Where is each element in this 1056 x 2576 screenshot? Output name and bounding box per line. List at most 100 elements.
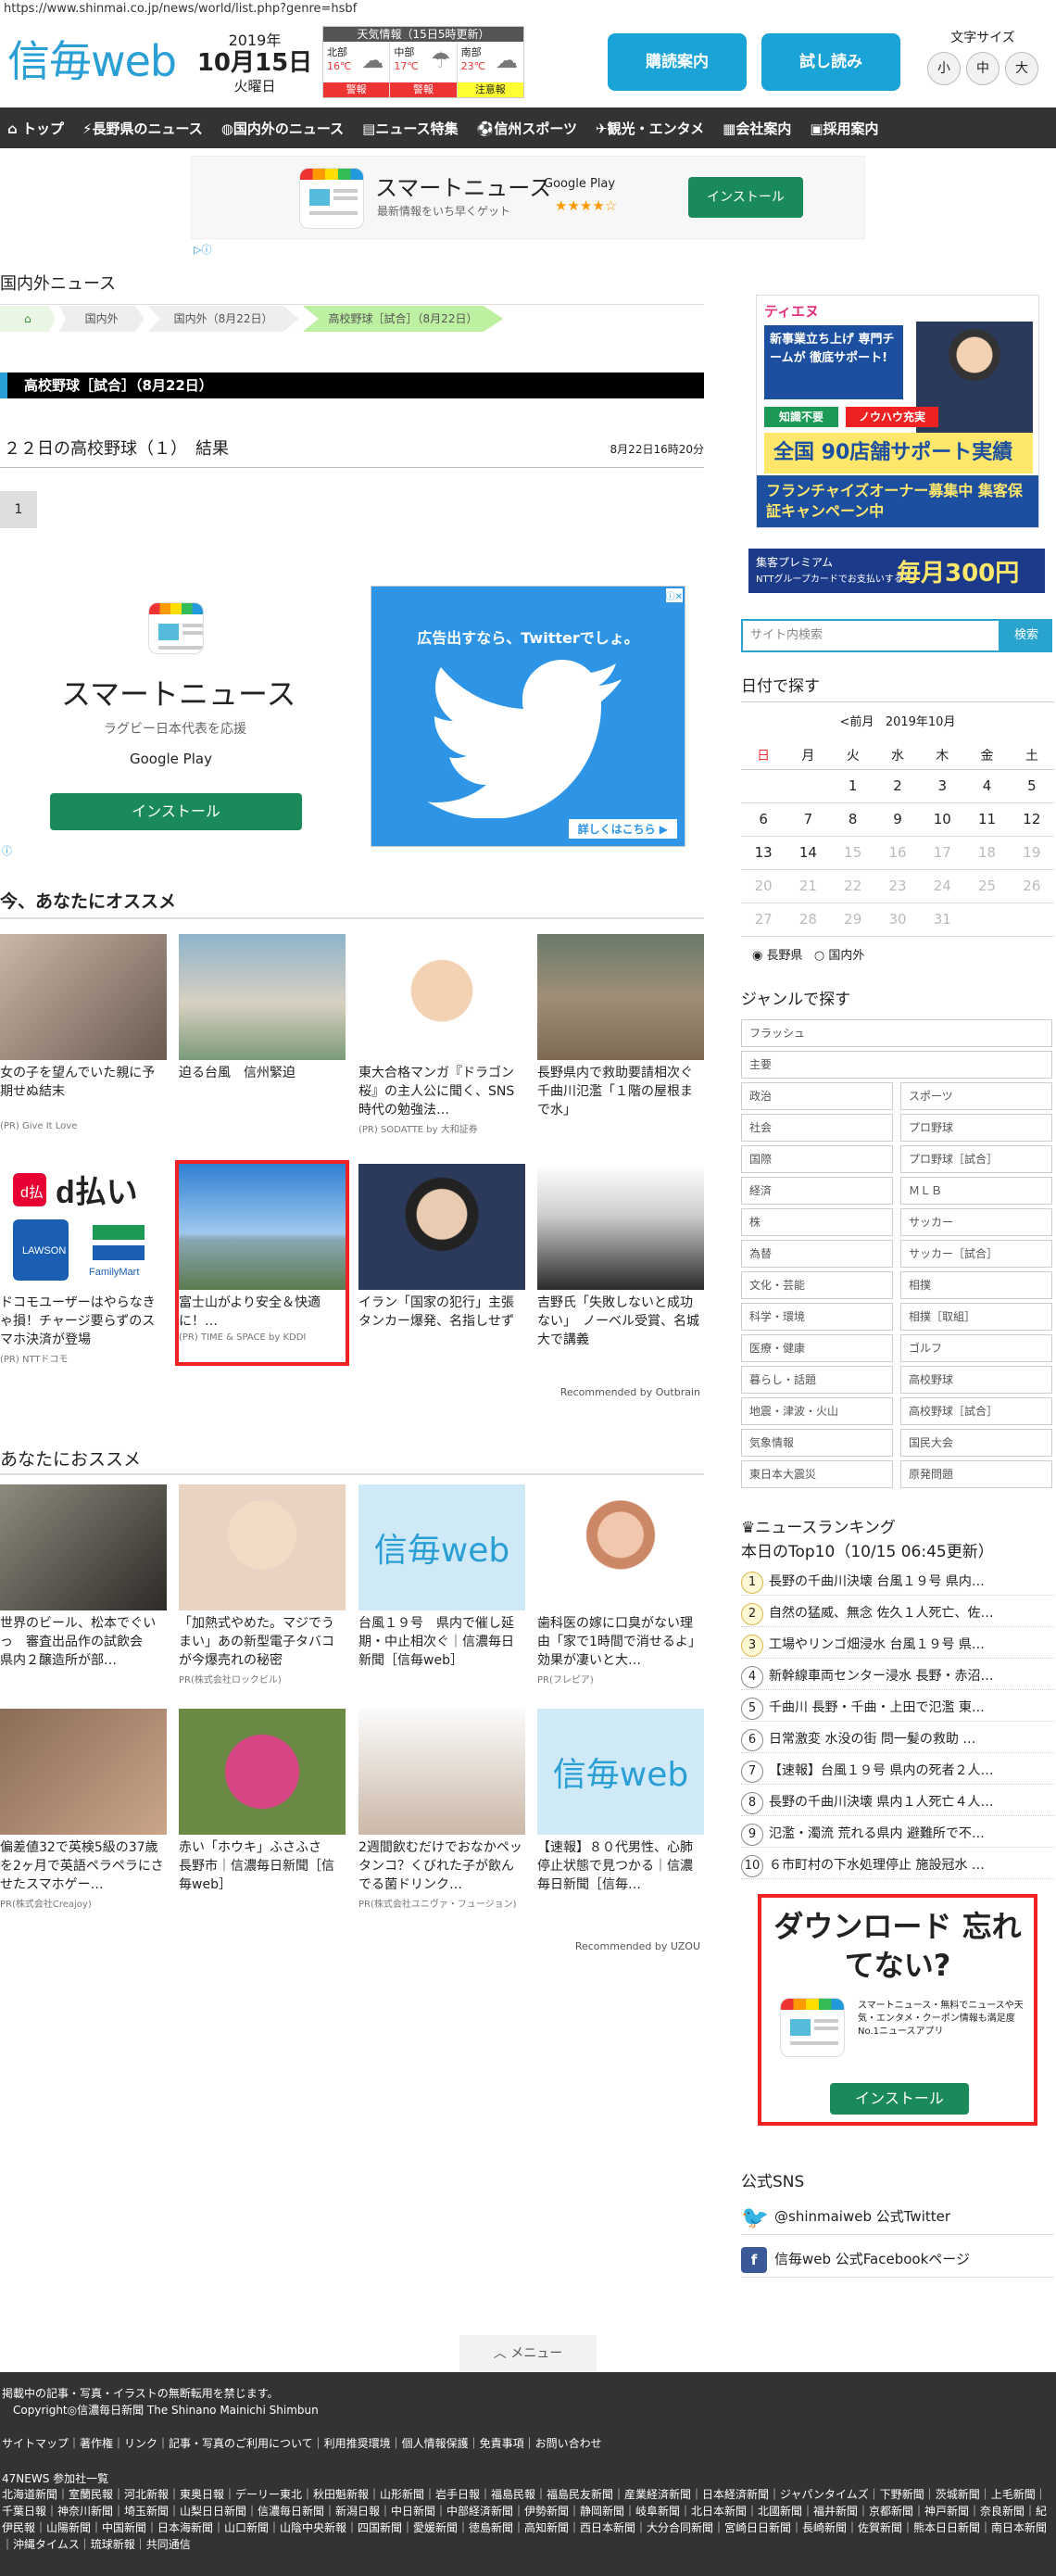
genre-item[interactable]: 気象情報	[741, 1429, 893, 1457]
calendar-day[interactable]: 6	[741, 802, 786, 837]
genre-item[interactable]: 東日本大震災	[741, 1460, 893, 1488]
nav-nagano-news[interactable]: ⚡長野県のニュース	[82, 119, 203, 138]
footer-links[interactable]: サイトマップ｜著作権｜リンク｜記事・写真のご利用について｜利用推奨環境｜個人情報…	[2, 2435, 1056, 2452]
calendar-day[interactable]: 7	[786, 802, 831, 837]
ranking-item[interactable]: 10 ６市町村の下水処理停止 施設冠水 …	[741, 1851, 1054, 1879]
recommend-card[interactable]: 女の子を望んでいた親に予期せぬ結末 (PR) Give It Love	[0, 934, 167, 1131]
breadcrumb-item[interactable]: 国内外（8月22日）	[147, 306, 299, 332]
subscribe-button[interactable]: 購読案内	[608, 33, 747, 91]
radio-world[interactable]: ○ 国内外	[814, 949, 865, 963]
facebook-link[interactable]: f 信毎web 公式Facebookページ	[741, 2241, 1054, 2278]
search-button[interactable]: 検索	[1000, 619, 1052, 652]
recommend-card[interactable]: 偏差値32で英検5級の37歳を2ヶ月で英語ペラペラにさせたスマホゲー… PR(株式…	[0, 1709, 167, 1910]
genre-item[interactable]: 高校野球［試合］	[900, 1397, 1052, 1425]
franchise-ad[interactable]: ティエヌ 新事業立ち上げ 専門チームが 徹底サポート! 知識不要 ノウハウ充実 …	[756, 295, 1039, 528]
ranking-item[interactable]: 1 長野の千曲川決壊 台風１９号 県内…	[741, 1568, 1054, 1596]
nav-top[interactable]: ⌂ トップ	[7, 119, 64, 138]
genre-item[interactable]: ＭＬＢ	[900, 1177, 1052, 1205]
recommend-card[interactable]: 2週間飲むだけでおなかペッタンコ？くびれた子が飲んでる菌ドリンク… PR(株式会社…	[358, 1709, 525, 1910]
genre-item[interactable]: 医療・健康	[741, 1334, 893, 1362]
genre-item[interactable]: プロ野球［試合］	[900, 1145, 1052, 1173]
genre-item[interactable]: 高校野球	[900, 1366, 1052, 1394]
font-small-button[interactable]: 小	[927, 52, 961, 85]
genre-item[interactable]: 国民大会	[900, 1429, 1052, 1457]
calendar-day[interactable]: 3	[920, 769, 965, 803]
nav-feature[interactable]: ▤ニュース特集	[362, 119, 458, 138]
genre-item[interactable]: サッカー［試合］	[900, 1240, 1052, 1268]
calendar-day[interactable]: 10	[920, 802, 965, 837]
calendar-day[interactable]: 13	[741, 836, 786, 870]
genre-item[interactable]: 株	[741, 1208, 893, 1236]
breadcrumb-home[interactable]: ⌂	[0, 306, 56, 332]
genre-item[interactable]: 国際	[741, 1145, 893, 1173]
smartnews-download-ad[interactable]: ダウンロード 忘れてない? スマートニュース・無料でニュースや天気・エンタメ・ク…	[758, 1894, 1037, 2126]
nav-company[interactable]: ▦会社案内	[723, 119, 791, 138]
page-number[interactable]: 1	[0, 491, 37, 528]
calendar-day[interactable]: 5	[1009, 769, 1054, 803]
genre-item[interactable]: 原発問題	[900, 1460, 1052, 1488]
font-medium-button[interactable]: 中	[966, 52, 999, 85]
genre-item[interactable]: 経済	[741, 1177, 893, 1205]
menu-button[interactable]: ︿ メニュー	[459, 2335, 597, 2372]
smartnews-ad[interactable]: スマートニュース ラグビー日本代表を応援 Google Play インストール …	[0, 584, 352, 858]
recommend-card[interactable]: 歯科医の嫁に口臭がない理由「家で1時間で消せるよ」効果が凄いと大… PR(フレピア…	[537, 1484, 704, 1686]
ad-choices-icon[interactable]: ⓘ	[2, 843, 12, 858]
ranking-item[interactable]: 8 長野の千曲川決壊 県内１人死亡４人…	[741, 1788, 1054, 1816]
ntt-card-ad[interactable]: 集客プレミアム NTTグループカードでお支払いすると 毎月300円	[748, 549, 1045, 593]
ad-install-button[interactable]: インストール	[688, 177, 803, 218]
calendar-day[interactable]: 12	[1009, 802, 1054, 837]
calendar-day[interactable]: 2	[874, 769, 921, 803]
ranking-item[interactable]: 9 氾濫・濁流 荒れる県内 避難所で不…	[741, 1820, 1054, 1848]
recommend-card[interactable]: イラン「国家の犯行」主張 タンカー爆発、名指しせず	[358, 1164, 525, 1351]
article-title[interactable]: ２２日の高校野球（１） 結果	[0, 439, 229, 459]
recommend-card[interactable]: 世界のビール、松本でぐいっ 審査出品作の試飲会 県内２醸造所が部…	[0, 1484, 167, 1672]
genre-item[interactable]: 主要	[741, 1051, 1052, 1079]
breadcrumb-current[interactable]: 高校野球［試合］（8月22日）	[302, 306, 504, 332]
nav-sports[interactable]: ⚽信州スポーツ	[477, 119, 577, 138]
calendar-day[interactable]: 9	[874, 802, 921, 837]
trial-button[interactable]: 試し読み	[761, 33, 900, 91]
ranking-item[interactable]: 3 工場やリンゴ畑浸水 台風１９号 県…	[741, 1631, 1054, 1659]
footer-partners[interactable]: 北海道新聞｜室蘭民報｜河北新報｜東奥日報｜デーリー東北｜秋田魁新報｜山形新聞｜岩…	[2, 2486, 1054, 2553]
genre-item[interactable]: プロ野球	[900, 1114, 1052, 1142]
calendar-day[interactable]: 11	[964, 802, 1010, 837]
site-logo[interactable]: 信毎web	[7, 28, 177, 89]
font-large-button[interactable]: 大	[1005, 52, 1038, 85]
breadcrumb-item[interactable]: 国内外	[58, 306, 145, 332]
recommend-card[interactable]: 信毎web 台風１９号 県内で催し延期・中止相次ぐ｜信濃毎日新聞［信毎web］	[358, 1484, 525, 1672]
genre-item[interactable]: フラッシュ	[741, 1019, 1052, 1047]
recommend-card[interactable]: 迫る台風 信州緊迫	[179, 934, 346, 1121]
genre-item[interactable]: 地震・津波・火山	[741, 1397, 893, 1425]
genre-item[interactable]: 文化・芸能	[741, 1271, 893, 1299]
genre-item[interactable]: 科学・環境	[741, 1303, 893, 1331]
ad-install-button[interactable]: インストール	[50, 793, 302, 830]
recommend-card[interactable]: d払 d払い LAWSON FamilyMart ドコモユーザーはやらなきゃ損！チャージ…	[0, 1164, 167, 1365]
weather-north[interactable]: 北部 16℃ ☁ 警報	[323, 42, 391, 97]
ranking-item[interactable]: 4 新幹線車両センター浸水 長野・赤沼…	[741, 1662, 1054, 1690]
genre-item[interactable]: 社会	[741, 1114, 893, 1142]
smartnews-banner-ad[interactable]: スマートニュース 最新情報をいち早くゲット Google Play ★★★★☆ …	[191, 156, 865, 256]
ad-choices-icon[interactable]: ▷ⓘ	[194, 242, 211, 257]
ad-choices-icon[interactable]: ⓘ✕	[665, 588, 683, 602]
calendar-day[interactable]: 4	[964, 769, 1010, 803]
recommend-card[interactable]: 東大合格マンガ『ドラゴン桜』の主人公に聞く、SNS時代の勉強法… (PR) SOD…	[358, 934, 525, 1135]
genre-item[interactable]: 相撲	[900, 1271, 1052, 1299]
calendar-day[interactable]: 8	[830, 802, 875, 837]
weather-central[interactable]: 中部 17℃ ☂ 警報	[390, 42, 458, 97]
genre-item[interactable]: 暮らし・話題	[741, 1366, 893, 1394]
nav-entertainment[interactable]: ✈観光・エンタメ	[596, 119, 704, 138]
calendar-day[interactable]: 1	[830, 769, 875, 803]
genre-item[interactable]: スポーツ	[900, 1082, 1052, 1110]
nav-recruit[interactable]: ▣採用案内	[810, 119, 878, 138]
radio-nagano[interactable]: ◉ 長野県	[752, 949, 803, 963]
recommend-card[interactable]: 赤い「ホウキ」ふさふさ 長野市｜信濃毎日新聞［信毎web］	[179, 1709, 346, 1896]
genre-item[interactable]: 為替	[741, 1240, 893, 1268]
recommend-card[interactable]: 長野県内で救助要請相次ぐ 千曲川氾濫「１階の屋根まで水」	[537, 934, 704, 1121]
genre-item[interactable]: サッカー	[900, 1208, 1052, 1236]
twitter-ad[interactable]: 広告出すなら、Twitterでしょ。 詳しくはこちら ▶ ⓘ✕	[371, 586, 685, 847]
weather-south[interactable]: 南部 23℃ ☁ 注意報	[457, 42, 523, 97]
article-row[interactable]: ２２日の高校野球（１） 結果 8月22日16時20分	[0, 436, 704, 468]
weather-widget[interactable]: 天気情報（15日5時更新） 北部 16℃ ☁ 警報 中部 17℃ ☂ 警報 南部…	[322, 26, 524, 98]
genre-item[interactable]: 政治	[741, 1082, 893, 1110]
nav-world-news[interactable]: ◍国内外のニュース	[221, 119, 344, 138]
